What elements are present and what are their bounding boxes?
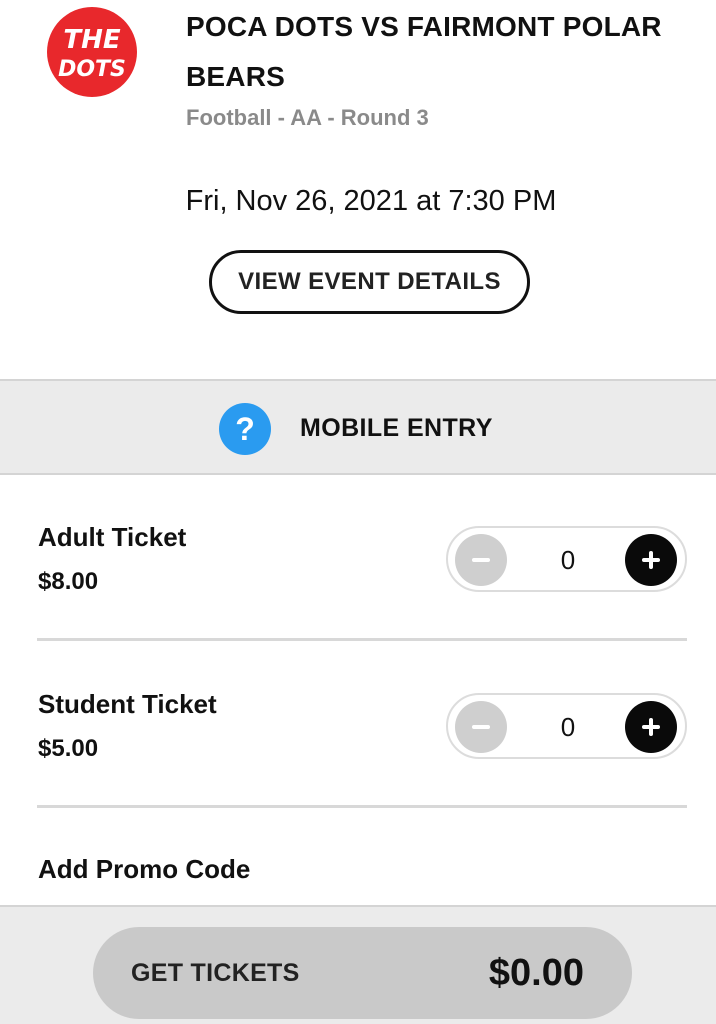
quantity-stepper-student: 0 bbox=[446, 693, 687, 759]
get-tickets-button[interactable]: GET TICKETS $0.00 bbox=[93, 927, 632, 1019]
logo-text-top: THE bbox=[63, 25, 120, 55]
event-subtitle: Football - AA - Round 3 bbox=[186, 105, 429, 130]
ticket-row-adult: Adult Ticket $8.00 0 bbox=[0, 480, 716, 640]
quantity-value: 0 bbox=[560, 712, 576, 742]
add-promo-code-link[interactable]: Add Promo Code bbox=[38, 850, 250, 888]
checkout-footer: GET TICKETS $0.00 bbox=[0, 905, 716, 1024]
increment-button[interactable] bbox=[625, 534, 677, 586]
get-tickets-label: GET TICKETS bbox=[131, 959, 300, 987]
row-divider bbox=[37, 805, 687, 808]
ticket-row-student: Student Ticket $5.00 0 bbox=[0, 647, 716, 807]
row-divider bbox=[37, 638, 687, 641]
mobile-entry-banner: ? MOBILE ENTRY bbox=[0, 379, 716, 475]
logo-text-bottom: DOTS bbox=[58, 57, 126, 82]
ticket-price: $8.00 bbox=[38, 568, 99, 595]
decrement-button[interactable] bbox=[455, 534, 507, 586]
quantity-stepper-adult: 0 bbox=[446, 526, 687, 592]
quantity-value: 0 bbox=[560, 545, 576, 575]
view-event-details-button[interactable]: VIEW EVENT DETAILS bbox=[209, 250, 530, 314]
question-icon[interactable]: ? bbox=[219, 403, 271, 455]
team-logo: THE DOTS bbox=[47, 7, 137, 97]
decrement-button[interactable] bbox=[455, 701, 507, 753]
ticket-price: $5.00 bbox=[38, 735, 99, 762]
ticket-name: Student Ticket bbox=[38, 689, 217, 719]
increment-button[interactable] bbox=[625, 701, 677, 753]
total-amount: $0.00 bbox=[488, 952, 584, 994]
event-title: POCA DOTS VS FAIRMONT POLAR BEARS bbox=[186, 11, 662, 92]
ticket-purchase-page: THE DOTS POCA DOTS VS FAIRMONT POLAR BEA… bbox=[0, 0, 716, 1024]
event-datetime: Fri, Nov 26, 2021 at 7:30 PM bbox=[185, 185, 557, 217]
ticket-name: Adult Ticket bbox=[38, 522, 187, 552]
mobile-entry-label: MOBILE ENTRY bbox=[300, 414, 493, 442]
